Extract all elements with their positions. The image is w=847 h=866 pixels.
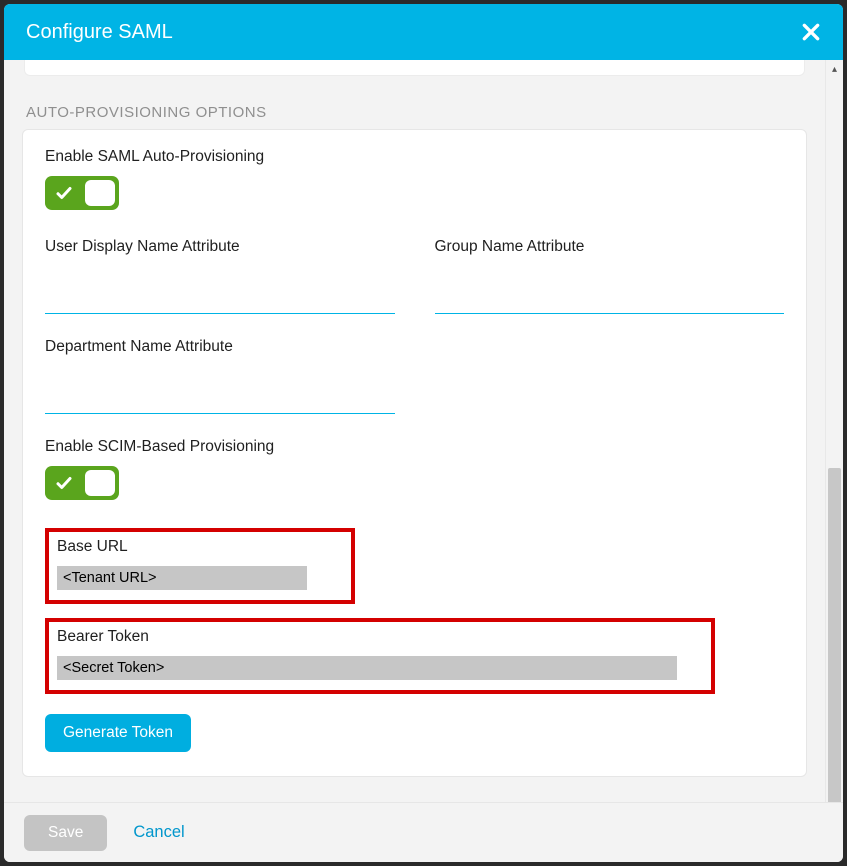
modal-title: Configure SAML [26, 21, 173, 44]
group-name-attr-input[interactable] [435, 284, 785, 314]
vertical-scrollbar[interactable]: ▴ ▾ [825, 60, 843, 802]
enable-saml-ap-toggle[interactable] [45, 176, 119, 210]
scroll-track[interactable] [826, 78, 843, 784]
bearer-token-highlight: Bearer Token [45, 618, 715, 694]
close-icon[interactable] [799, 20, 823, 44]
enable-scim-label: Enable SCIM-Based Provisioning [45, 438, 784, 456]
toggle-knob [85, 180, 115, 206]
modal-header: Configure SAML [4, 4, 843, 60]
bearer-token-label: Bearer Token [57, 628, 703, 646]
enable-saml-ap-label: Enable SAML Auto-Provisioning [45, 148, 784, 166]
user-display-name-attr-input[interactable] [45, 284, 395, 314]
generate-token-button[interactable]: Generate Token [45, 714, 191, 752]
configure-saml-modal: Configure SAML AUTO-PROVISIONING OPTIONS… [4, 4, 843, 862]
base-url-highlight: Base URL [45, 528, 355, 604]
bearer-token-input[interactable] [57, 656, 677, 680]
cancel-link[interactable]: Cancel [133, 823, 184, 842]
previous-section-remnant [24, 60, 805, 76]
enable-scim-toggle[interactable] [45, 466, 119, 500]
scroll-up-arrow-icon[interactable]: ▴ [826, 60, 843, 78]
user-display-name-attr-label: User Display Name Attribute [45, 238, 395, 256]
toggle-knob [85, 470, 115, 496]
section-title: AUTO-PROVISIONING OPTIONS [26, 104, 807, 121]
save-button[interactable]: Save [24, 815, 107, 851]
auto-provisioning-card: Enable SAML Auto-Provisioning User Displ… [22, 129, 807, 777]
dept-name-attr-label: Department Name Attribute [45, 338, 395, 356]
check-icon [55, 184, 73, 202]
base-url-input[interactable] [57, 566, 307, 590]
group-name-attr-label: Group Name Attribute [435, 238, 785, 256]
modal-body: AUTO-PROVISIONING OPTIONS Enable SAML Au… [4, 60, 825, 802]
base-url-label: Base URL [57, 538, 343, 556]
check-icon [55, 474, 73, 492]
dept-name-attr-input[interactable] [45, 384, 395, 414]
modal-body-scroll: AUTO-PROVISIONING OPTIONS Enable SAML Au… [4, 60, 843, 802]
scroll-thumb[interactable] [828, 468, 841, 802]
modal-footer: Save Cancel [4, 802, 843, 862]
